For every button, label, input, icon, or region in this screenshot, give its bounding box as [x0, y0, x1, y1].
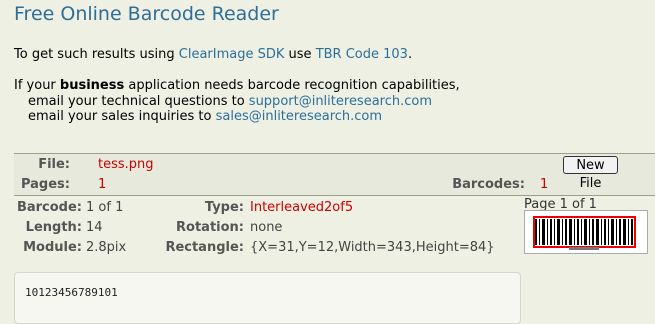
decoded-text-box[interactable]: 10123456789101: [14, 272, 521, 324]
business-info-suffix: application needs barcode recognition ca…: [124, 78, 460, 93]
barcode-image-icon: [525, 211, 647, 253]
sales-line: email your sales inquiries to sales@inli…: [28, 109, 382, 124]
decoded-text: 10123456789101: [25, 286, 118, 299]
new-file-button[interactable]: New File: [563, 156, 618, 191]
type-value: Interleaved2of5: [250, 200, 354, 215]
length-label: Length:: [25, 220, 82, 235]
page-title: Free Online Barcode Reader: [14, 3, 279, 25]
sdk-info-prefix: To get such results using: [14, 47, 179, 62]
barcode-value: 1 of 1: [86, 200, 124, 215]
rotation-value: none: [250, 220, 283, 235]
sales-prefix: email your sales inquiries to: [28, 109, 216, 124]
length-value: 14: [86, 220, 103, 235]
rectangle-label: Rectangle:: [165, 240, 244, 255]
business-word: business: [59, 78, 125, 93]
barcode-thumbnail[interactable]: [524, 210, 648, 254]
tbr-code-link[interactable]: TBR Code 103: [316, 47, 408, 62]
support-email-link[interactable]: support@inliteresearch.com: [249, 94, 432, 109]
support-prefix: email your technical questions to: [28, 94, 249, 109]
module-label: Module:: [23, 240, 82, 255]
type-label: Type:: [204, 200, 244, 215]
barcodes-value: 1: [540, 177, 549, 192]
support-line: email your technical questions to suppor…: [28, 94, 432, 109]
business-info-line: If your business application needs barco…: [14, 78, 460, 93]
sdk-info-mid: use: [284, 47, 316, 62]
pages-label: Pages:: [20, 177, 70, 192]
barcode-label: Barcode:: [16, 200, 82, 215]
rotation-label: Rotation:: [176, 220, 244, 235]
sdk-info-suffix: .: [407, 47, 413, 62]
rectangle-value: {X=31,Y=12,Width=343,Height=84}: [250, 240, 495, 255]
pages-value: 1: [98, 177, 107, 192]
sales-email-link[interactable]: sales@inliteresearch.com: [216, 109, 382, 124]
file-name-value: tess.png: [98, 157, 154, 172]
clearimage-sdk-link[interactable]: ClearImage SDK: [179, 47, 285, 62]
business-info-prefix: If your: [14, 78, 60, 93]
barcodes-label: Barcodes:: [452, 177, 525, 192]
file-label: File:: [38, 157, 70, 172]
module-value: 2.8pix: [86, 240, 127, 255]
sdk-info-line: To get such results using ClearImage SDK…: [14, 47, 412, 62]
